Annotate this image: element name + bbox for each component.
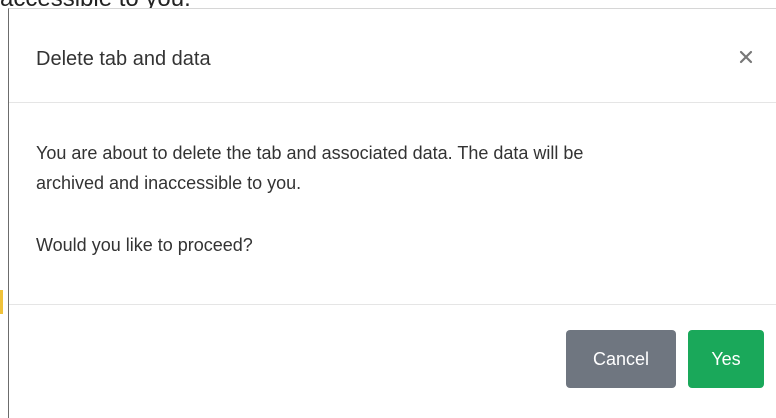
- background-side-marker: [0, 290, 3, 314]
- delete-tab-dialog: Delete tab and data You are about to del…: [8, 8, 776, 418]
- dialog-message-line-1: You are about to delete the tab and asso…: [36, 143, 584, 163]
- dialog-title: Delete tab and data: [36, 48, 211, 70]
- cancel-button[interactable]: Cancel: [566, 330, 676, 388]
- yes-button[interactable]: Yes: [688, 330, 764, 388]
- close-button[interactable]: [734, 45, 758, 69]
- dialog-body: You are about to delete the tab and asso…: [36, 138, 756, 260]
- dialog-question: Would you like to proceed?: [36, 235, 253, 255]
- dialog-message-line-2: archived and inaccessible to you.: [36, 173, 302, 193]
- dialog-footer-divider: [9, 304, 776, 306]
- close-icon: [739, 50, 753, 64]
- dialog-header: Delete tab and data: [9, 9, 776, 103]
